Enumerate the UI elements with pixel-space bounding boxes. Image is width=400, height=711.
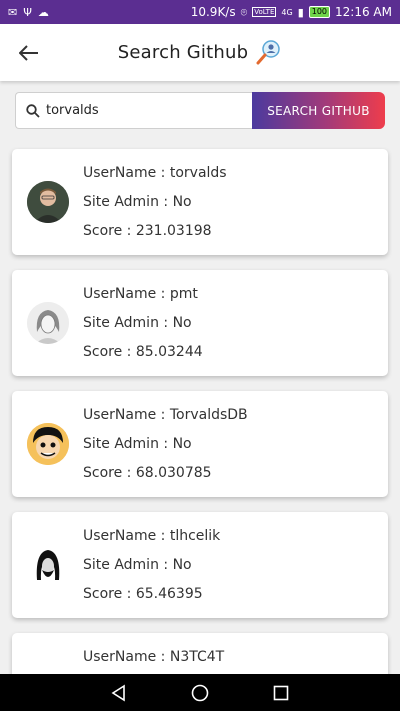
result-card[interactable]: UserName : pmt Site Admin : No Score : 8… [12,270,388,376]
search-field[interactable] [15,92,252,129]
notification-icon: ✉ [8,5,18,19]
site-admin-line: Site Admin : No [83,557,192,573]
score-line: Score : 231.03198 [83,223,212,239]
app-bar: Search Github [0,24,400,81]
username-line: UserName : N3TC4T [83,649,225,665]
battery-icon: 100 [308,6,331,18]
site-admin-line: Site Admin : No [83,436,192,452]
card-info: UserName : TorvaldsDB Site Admin : No Sc… [83,404,248,491]
status-bar-right: 10.9K/s ⌾ VoLTE 4G ▮ 100 12:16 AM [191,5,392,19]
search-icon [26,103,40,118]
username-line: UserName : TorvaldsDB [83,407,248,423]
score-line: Score : 85.03244 [83,344,203,360]
score-value: 68.030785 [135,465,212,481]
result-card[interactable]: UserName : tlhcelik Site Admin : No Scor… [12,512,388,618]
site-admin-line: Site Admin : No [83,315,192,331]
avatar [27,181,69,223]
username-value: torvalds [169,165,227,181]
search-github-button[interactable]: SEARCH GITHUB [252,92,385,129]
username-value: TorvaldsDB [169,407,248,423]
search-row: SEARCH GITHUB [15,92,385,129]
site-admin-value: No [172,194,192,210]
username-line: UserName : tlhcelik [83,528,221,544]
card-info: UserName : N3TC4T [83,646,224,674]
cloud-icon: ☁ [37,5,49,19]
status-bar: ✉ Ψ ☁ 10.9K/s ⌾ VoLTE 4G ▮ 100 12:16 AM [0,0,400,24]
score-line: Score : 65.46395 [83,586,203,602]
signal-label: 4G [281,7,293,17]
home-circle-icon[interactable] [191,684,209,702]
search-user-icon [256,39,280,64]
score-value: 65.46395 [135,586,203,602]
score-value: 231.03198 [135,223,212,239]
site-admin-value: No [172,557,192,573]
status-time: 12:16 AM [335,5,392,19]
usb-icon: Ψ [23,5,32,19]
signal-icon: ▮ [297,5,304,19]
result-card[interactable]: UserName : N3TC4T [12,633,388,674]
page-title: Search Github [117,42,249,63]
avatar [27,302,69,344]
site-admin-line: Site Admin : No [83,194,192,210]
volte-badge: VoLTE [252,7,277,17]
username-value: N3TC4T [169,649,225,665]
network-speed: 10.9K/s [190,5,236,19]
results-list[interactable]: UserName : torvalds Site Admin : No Scor… [0,137,400,674]
username-line: UserName : torvalds [83,165,227,181]
search-input[interactable] [46,103,236,118]
username-value: pmt [169,286,198,302]
site-admin-value: No [172,315,192,331]
card-info: UserName : pmt Site Admin : No Score : 8… [83,283,203,370]
back-triangle-icon[interactable] [110,684,128,702]
title-wrap: Search Github [0,24,400,81]
system-nav-bar [0,674,400,711]
avatar [27,544,69,586]
avatar [27,423,69,465]
score-line: Score : 68.030785 [83,465,212,481]
result-card[interactable]: UserName : torvalds Site Admin : No Scor… [12,149,388,255]
score-value: 85.03244 [135,344,203,360]
status-bar-left: ✉ Ψ ☁ [8,7,49,18]
result-card[interactable]: UserName : TorvaldsDB Site Admin : No Sc… [12,391,388,497]
card-info: UserName : tlhcelik Site Admin : No Scor… [83,525,220,612]
card-info: UserName : torvalds Site Admin : No Scor… [83,162,227,249]
username-value: tlhcelik [169,528,221,544]
site-admin-value: No [172,436,192,452]
recents-square-icon[interactable] [272,684,290,702]
location-icon: ⌾ [240,5,248,19]
username-line: UserName : pmt [83,286,198,302]
